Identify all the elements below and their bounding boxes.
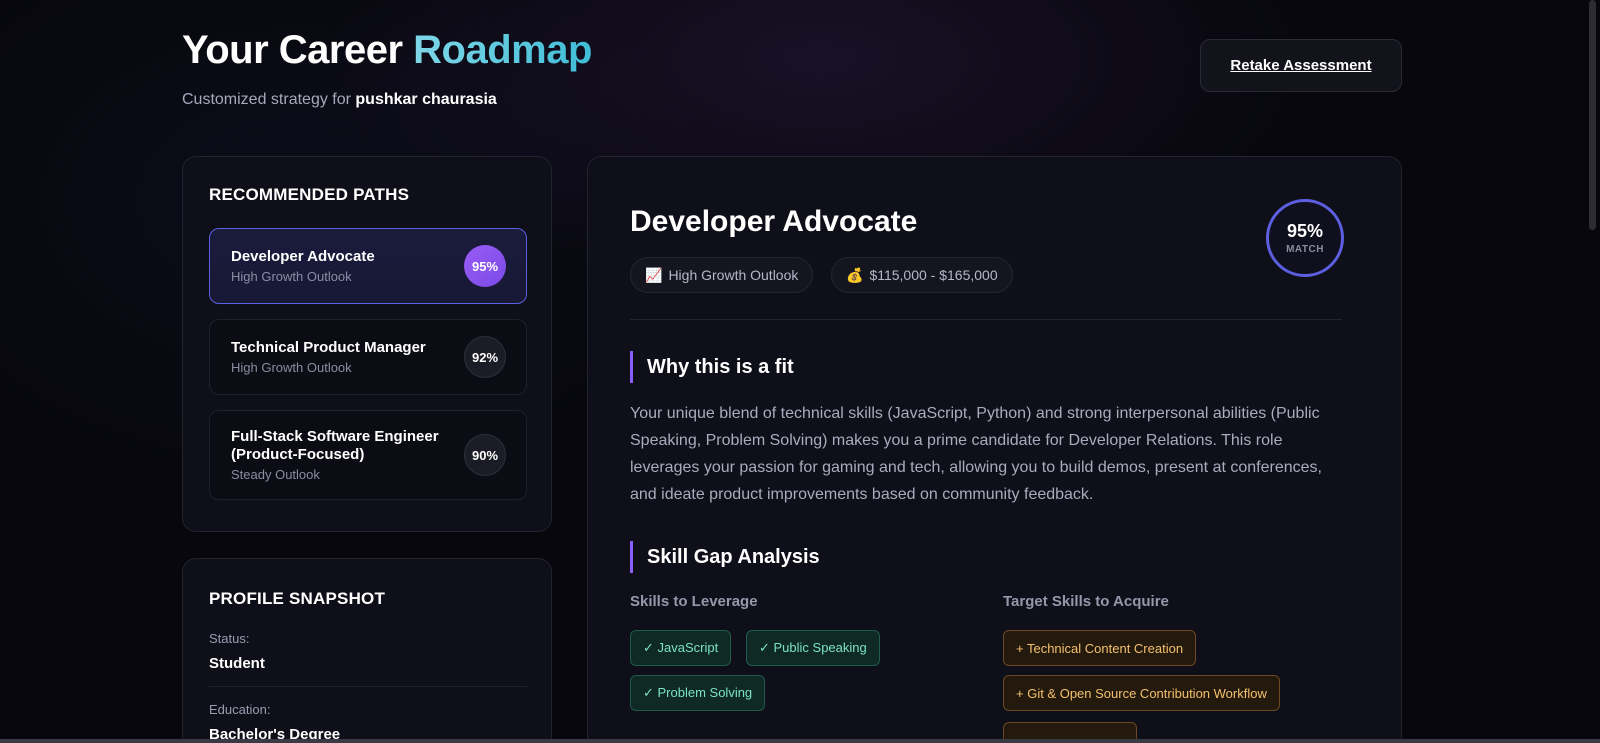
path-item-technical-product-manager[interactable]: Technical Product Manager High Growth Ou… bbox=[209, 319, 527, 395]
salary-range-text: $115,000 - $165,000 bbox=[869, 267, 998, 283]
path-item-developer-advocate[interactable]: Developer Advocate High Growth Outlook 9… bbox=[209, 228, 527, 304]
career-roadmap-page: Your Career Roadmap Customized strategy … bbox=[182, 0, 1402, 743]
target-skills-heading: Target Skills to Acquire bbox=[1003, 593, 1169, 610]
snapshot-divider bbox=[209, 686, 527, 687]
page-title-accent: Roadmap bbox=[413, 28, 592, 72]
growth-outlook-chip: 📈 High Growth Outlook bbox=[630, 257, 814, 293]
subtitle-prefix: Customized strategy for bbox=[182, 91, 356, 108]
page-scrollbar[interactable] bbox=[1589, 0, 1596, 230]
path-match-badge: 92% bbox=[464, 336, 506, 378]
path-name: Full-Stack Software Engineer (Product-Fo… bbox=[231, 428, 439, 463]
path-name: Developer Advocate bbox=[231, 248, 375, 265]
path-name: Technical Product Manager bbox=[231, 339, 426, 356]
recommended-paths-heading: RECOMMENDED PATHS bbox=[209, 185, 410, 204]
why-fit-text: Your unique blend of technical skills (J… bbox=[630, 405, 1322, 503]
skills-to-leverage-heading: Skills to Leverage bbox=[630, 593, 758, 610]
education-label: Education: bbox=[209, 702, 271, 717]
path-match-badge: 95% bbox=[464, 245, 506, 287]
target-skill-technical-content: + Technical Content Creation bbox=[1003, 630, 1197, 666]
page-title: Your Career Roadmap bbox=[182, 28, 592, 73]
chart-up-icon: 📈 bbox=[645, 266, 663, 283]
path-outlook: High Growth Outlook bbox=[231, 269, 352, 284]
section-divider bbox=[630, 319, 1342, 320]
window-bottom-edge bbox=[0, 739, 1600, 743]
recommended-paths-panel: RECOMMENDED PATHS Developer Advocate Hig… bbox=[182, 156, 552, 532]
role-title: Developer Advocate bbox=[630, 205, 918, 238]
path-item-full-stack-engineer[interactable]: Full-Stack Software Engineer (Product-Fo… bbox=[209, 410, 527, 500]
profile-snapshot-heading: PROFILE SNAPSHOT bbox=[209, 589, 386, 608]
path-match-badge: 90% bbox=[464, 434, 506, 476]
skill-gap-heading: Skill Gap Analysis bbox=[630, 541, 820, 573]
page-title-main: Your Career bbox=[182, 28, 414, 72]
salary-range-chip: 💰 $115,000 - $165,000 bbox=[831, 257, 1013, 293]
retake-assessment-button[interactable]: Retake Assessment bbox=[1200, 39, 1402, 92]
status-value: Student bbox=[209, 655, 265, 672]
skill-tag-public-speaking: ✓ Public Speaking bbox=[746, 630, 880, 666]
path-outlook: High Growth Outlook bbox=[231, 360, 352, 375]
skill-tag-problem-solving: ✓ Problem Solving bbox=[630, 675, 766, 711]
why-fit-heading: Why this is a fit bbox=[630, 351, 794, 383]
skill-tag-javascript: ✓ JavaScript bbox=[630, 630, 732, 666]
path-outlook: Steady Outlook bbox=[231, 467, 320, 482]
growth-outlook-text: High Growth Outlook bbox=[668, 267, 799, 283]
profile-snapshot-panel: PROFILE SNAPSHOT Status: Student Educati… bbox=[182, 558, 552, 743]
target-skill-git-open-source: + Git & Open Source Contribution Workflo… bbox=[1003, 675, 1280, 711]
status-label: Status: bbox=[209, 631, 250, 646]
match-score-label: MATCH bbox=[1286, 244, 1324, 255]
match-score-value: 95% bbox=[1286, 221, 1324, 241]
page-subtitle: Customized strategy for pushkar chaurasi… bbox=[182, 91, 497, 109]
money-bag-icon: 💰 bbox=[846, 266, 864, 283]
match-score-ring: 95% MATCH bbox=[1266, 199, 1344, 277]
career-detail-panel: Developer Advocate 📈 High Growth Outlook… bbox=[587, 156, 1402, 743]
user-name: pushkar chaurasia bbox=[355, 91, 497, 108]
